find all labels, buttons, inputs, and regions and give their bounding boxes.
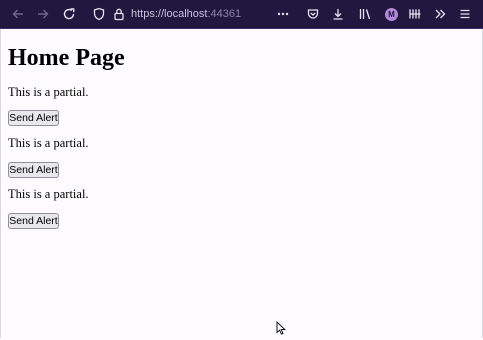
back-icon[interactable] [9, 5, 27, 23]
url-bar[interactable]: https://localhost:44361 [131, 6, 241, 22]
browser-toolbar: https://localhost:44361 M [0, 0, 483, 29]
url-host: https://localhost [131, 8, 208, 20]
menu-icon[interactable] [456, 5, 474, 23]
partial-text: This is a partial. [8, 187, 89, 201]
library-icon[interactable] [356, 5, 374, 23]
extensions-icon[interactable] [406, 5, 424, 23]
send-alert-button[interactable]: Send Alert [8, 162, 59, 178]
lock-icon[interactable] [110, 5, 128, 23]
overflow-icon[interactable] [431, 5, 449, 23]
forward-icon[interactable] [34, 5, 52, 23]
page-title: Home Page [8, 45, 125, 71]
account-icon[interactable]: M [385, 8, 398, 21]
pocket-icon[interactable] [304, 5, 322, 23]
reload-icon[interactable] [60, 5, 78, 23]
mouse-cursor-icon [276, 320, 286, 340]
send-alert-button[interactable]: Send Alert [8, 110, 59, 126]
partial-text: This is a partial. [8, 85, 89, 99]
more-icon[interactable] [274, 5, 292, 23]
url-port: :44361 [207, 8, 242, 20]
shield-icon[interactable] [90, 5, 108, 23]
download-icon[interactable] [329, 5, 347, 23]
partial-text: This is a partial. [8, 136, 89, 150]
send-alert-button[interactable]: Send Alert [8, 213, 59, 229]
page-content: Home Page This is a partial. Send Alert … [0, 29, 483, 338]
